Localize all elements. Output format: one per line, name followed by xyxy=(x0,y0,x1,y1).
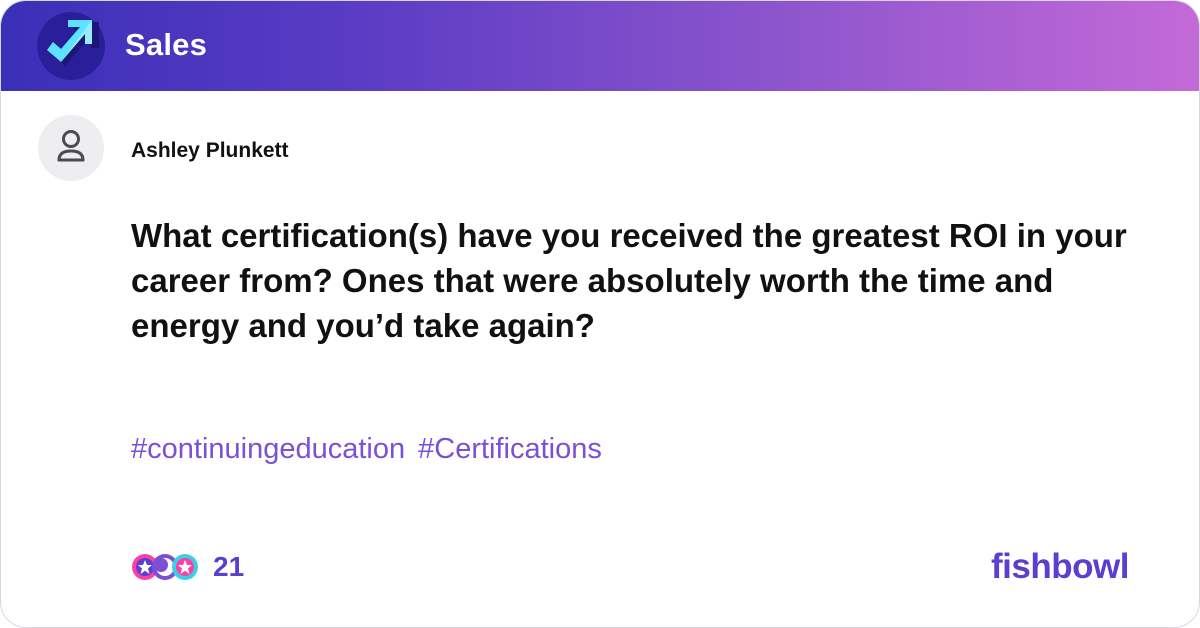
user-icon[interactable] xyxy=(38,115,104,181)
reaction-icons xyxy=(131,551,199,583)
tag-list: #continuingeducation #Certifications xyxy=(131,429,602,469)
post-card: Sales Ashley Plunkett What certification… xyxy=(0,0,1200,628)
star-icon xyxy=(172,554,198,580)
author-name[interactable]: Ashley Plunkett xyxy=(131,137,289,165)
post-question[interactable]: What certification(s) have you received … xyxy=(131,213,1141,348)
tag-link[interactable]: #Certifications xyxy=(418,429,602,469)
trending-up-arrow-icon xyxy=(37,12,105,80)
bowl-name[interactable]: Sales xyxy=(125,23,207,67)
fishbowl-logo[interactable]: fishbowl xyxy=(991,543,1129,591)
bowl-header[interactable]: Sales xyxy=(1,1,1199,91)
tag-link[interactable]: #continuingeducation xyxy=(131,429,405,469)
reaction-count: 21 xyxy=(213,551,245,582)
reactions[interactable]: 21 xyxy=(131,547,244,587)
